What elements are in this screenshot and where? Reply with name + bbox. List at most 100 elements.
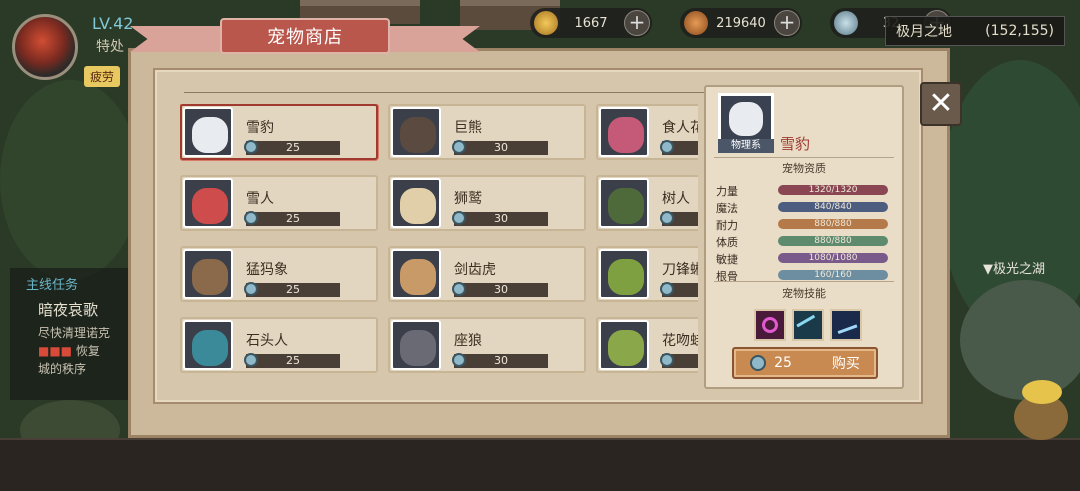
quest-heading: 主线任务 [26, 278, 79, 293]
pet-card[interactable]: 巨熊 30 [388, 104, 586, 160]
add-gold-button[interactable]: + [624, 10, 650, 36]
pet-coin-icon [452, 282, 466, 296]
buy-price: 25 [774, 355, 792, 371]
pet-card[interactable]: 猛犸象 25 [180, 246, 378, 302]
stat-label: 魔法 [716, 202, 738, 215]
stat-label: 体质 [716, 236, 738, 249]
stat-row: 魔法 840/840 [716, 200, 896, 215]
pet-coin-icon [660, 140, 674, 154]
gold-coin-icon [534, 11, 558, 35]
player-avatar[interactable] [12, 14, 78, 80]
pet-card-price: 30 [452, 140, 548, 155]
pet-coin-icon [244, 282, 258, 296]
pet-card-price: 30 [452, 282, 548, 297]
skills-heading: 宠物技能 [782, 287, 826, 300]
pet-portrait [183, 320, 233, 370]
pet-type-badge: 物理系 [718, 139, 774, 153]
location-coords: (152,155) [985, 23, 1054, 39]
pet-portrait [599, 107, 649, 157]
pet-card[interactable]: 石头人 25 [180, 317, 378, 373]
pet-card[interactable]: 狮鹫 30 [388, 175, 586, 231]
pet-portrait [391, 320, 441, 370]
pet-portrait [599, 178, 649, 228]
pet-card-name: 树人 [662, 191, 690, 207]
dash-skill-icon[interactable] [830, 309, 862, 341]
pet-card[interactable]: 雪豹 25 [180, 104, 378, 160]
pet-list[interactable]: 雪豹 25 巨熊 30 食人花 30 雪人 25 狮鹫 30 树人 30 猛犸象 25 剑齿虎 30 刀锋蜥 30… [180, 104, 698, 384]
stat-row: 耐力 880/880 [716, 217, 896, 232]
wind-slash-skill-icon[interactable] [792, 309, 824, 341]
fatigue-badge[interactable]: 疲劳 [84, 66, 121, 87]
pet-name: 雪豹 [780, 135, 811, 153]
pet-detail-panel: 物理系 雪豹 宠物资质 力量 1320/1320 魔法 840/840 耐力 880/88… [704, 85, 904, 389]
copper-amount: 219640 [716, 15, 766, 31]
stat-row: 力量 1320/1320 [716, 183, 896, 198]
pet-card-price: 30 [660, 353, 698, 368]
pet-card[interactable]: 树人 30 [596, 175, 698, 231]
spiral-skill-icon[interactable] [754, 309, 786, 341]
buy-button[interactable]: 25 购买 [732, 347, 878, 379]
pet-coin-icon [452, 353, 466, 367]
bottom-bar [0, 438, 1080, 491]
buy-label: 购买 [831, 356, 860, 372]
pet-card[interactable]: 刀锋蜥 30 [596, 246, 698, 302]
stat-bar: 1320/1320 [778, 185, 888, 195]
shop-title: 宠物商店 [267, 27, 343, 48]
pet-portrait [183, 178, 233, 228]
location-bar[interactable]: 极月之地 (152,155) [885, 16, 1065, 46]
pet-portrait [599, 320, 649, 370]
pet-coin-icon [660, 282, 674, 296]
main-quest-panel[interactable]: 主线任务 暗夜哀歌 尽快清理诺克 ■■■ 恢复 城的秩序 [10, 268, 130, 400]
pet-card-price: 30 [660, 282, 698, 297]
pet-card-price: 30 [452, 211, 548, 226]
pet-card[interactable]: 花吻蛙 30 [596, 317, 698, 373]
gold-amount: 1667 [574, 15, 608, 31]
pet-card-price: 25 [244, 353, 340, 368]
player-title: 特处 [96, 39, 124, 55]
pet-portrait [183, 249, 233, 299]
stat-bar: 1080/1080 [778, 253, 888, 263]
pet-coin-icon [244, 211, 258, 225]
pet-card-name: 座狼 [454, 333, 482, 349]
pet-portrait [183, 107, 233, 157]
pet-card[interactable]: 雪人 25 [180, 175, 378, 231]
pet-card-price: 30 [660, 140, 698, 155]
stat-bar: 160/160 [778, 270, 888, 280]
pet-card-name: 巨熊 [454, 120, 482, 136]
quest-title: 暗夜哀歌 [38, 301, 99, 319]
pet-coin-icon [660, 353, 674, 367]
pet-card[interactable]: 座狼 30 [388, 317, 586, 373]
stat-bar: 840/840 [778, 202, 888, 212]
add-copper-button[interactable]: + [774, 10, 800, 36]
pet-coin-icon [750, 355, 767, 371]
shop-banner: 宠物商店 [130, 14, 480, 54]
pet-card-name: 狮鹫 [454, 191, 482, 207]
pet-card[interactable]: 剑齿虎 30 [388, 246, 586, 302]
stat-label: 敏捷 [716, 253, 738, 266]
pet-portrait [391, 107, 441, 157]
pet-coin-icon [834, 11, 858, 35]
currency-copper: 219640 + [680, 8, 802, 38]
treasure-bag-icon[interactable] [1008, 380, 1076, 440]
currency-gold: 1667 + [530, 8, 652, 38]
close-button[interactable]: ✕ [920, 82, 962, 126]
pet-card[interactable]: 食人花 30 [596, 104, 698, 160]
pet-card-price: 25 [244, 211, 340, 226]
map-forest [0, 80, 140, 280]
pet-card-price: 25 [244, 282, 340, 297]
pet-coin-icon [244, 140, 258, 154]
pet-portrait [391, 249, 441, 299]
pet-coin-icon [244, 353, 258, 367]
pet-card-name: 雪豹 [246, 120, 274, 136]
map-location-label[interactable]: ▼极光之湖 [983, 258, 1045, 277]
pet-card-name: 刀锋蜥 [662, 262, 698, 278]
aptitude-heading: 宠物资质 [782, 162, 826, 175]
pet-card-price: 30 [660, 211, 698, 226]
stat-bar: 880/880 [778, 219, 888, 229]
stat-label: 力量 [716, 185, 738, 198]
pet-card-name: 剑齿虎 [454, 262, 496, 278]
pet-portrait [599, 249, 649, 299]
location-name: 极月之地 [896, 24, 952, 40]
stat-bar: 880/880 [778, 236, 888, 246]
pet-card-name: 食人花 [662, 120, 698, 136]
